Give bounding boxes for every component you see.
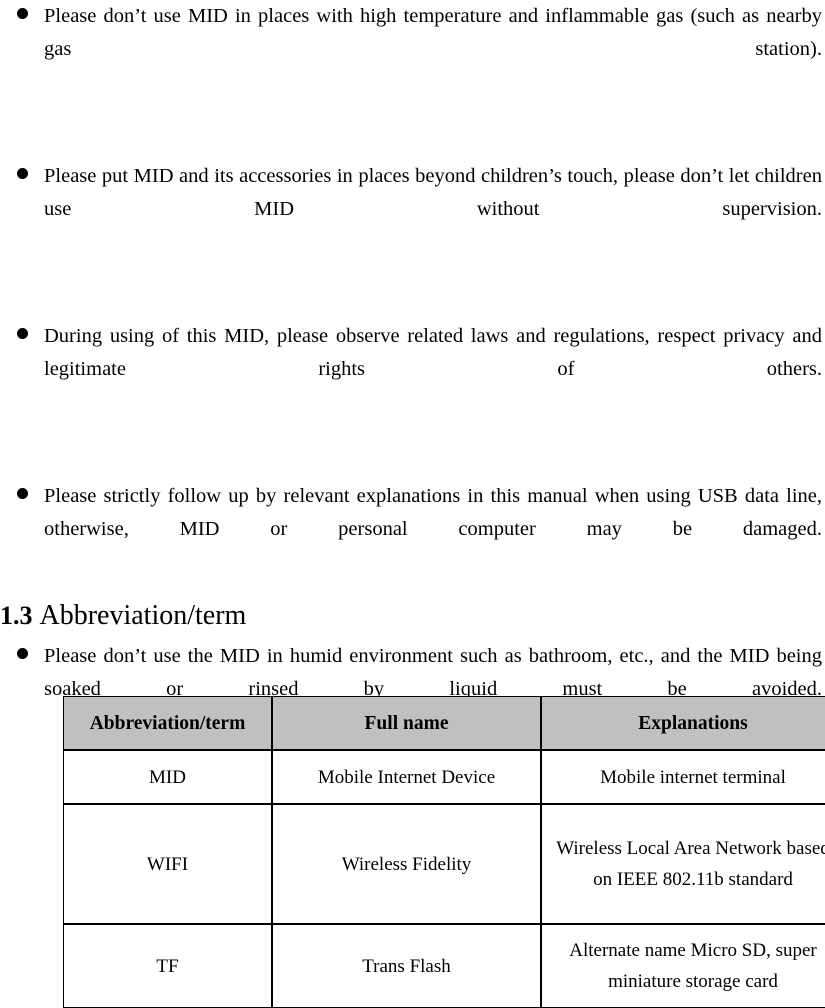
table-row: TF Trans Flash Alternate name Micro SD, … [63, 924, 825, 1008]
table-body: MID Mobile Internet Device Mobile intern… [63, 750, 825, 1008]
list-item-text: Please don’t use MID in places with high… [44, 5, 822, 60]
list-item: Please don’t use MID in places with high… [0, 0, 825, 99]
table-row: MID Mobile Internet Device Mobile intern… [63, 750, 825, 804]
cell-explanation: Mobile internet terminal [541, 750, 825, 804]
section-title: Abbreviation/term [39, 600, 247, 631]
cell-abbreviation: MID [63, 750, 272, 804]
list-item: Please put MID and its accessories in pl… [0, 160, 825, 259]
column-header-abbreviation: Abbreviation/term [63, 696, 272, 750]
section-number: 1.3 [0, 601, 33, 630]
column-header-explanations: Explanations [541, 696, 825, 750]
bullet-point-icon [17, 8, 28, 19]
table-row: WIFI Wireless Fidelity Wireless Local Ar… [63, 804, 825, 924]
table-header: Abbreviation/term Full name Explanations [63, 696, 825, 750]
abbreviation-table: Abbreviation/term Full name Explanations… [63, 696, 825, 1008]
cell-explanation: Wireless Local Area Network based on IEE… [541, 804, 825, 924]
bullet-point-icon [17, 648, 28, 659]
bullet-point-icon [17, 168, 28, 179]
list-item-text: Please strictly follow up by relevant ex… [44, 485, 822, 540]
list-item: Please strictly follow up by relevant ex… [0, 480, 825, 579]
cell-full-name: Mobile Internet Device [272, 750, 541, 804]
column-header-full-name: Full name [272, 696, 541, 750]
bullet-point-icon [17, 488, 28, 499]
cell-explanation: Alternate name Micro SD, super miniature… [541, 924, 825, 1008]
cell-full-name: Trans Flash [272, 924, 541, 1008]
cell-abbreviation: TF [63, 924, 272, 1008]
cell-full-name: Wireless Fidelity [272, 804, 541, 924]
document-page: Please don’t use MID in places with high… [0, 0, 825, 1008]
page-title: 1.3 Abbreviation/term [0, 598, 246, 634]
bullet-point-icon [17, 328, 28, 339]
table-header-row: Abbreviation/term Full name Explanations [63, 696, 825, 750]
list-item: During using of this MID, please observe… [0, 320, 825, 419]
list-item-text: During using of this MID, please observe… [44, 325, 822, 380]
cell-abbreviation: WIFI [63, 804, 272, 924]
list-item-text: Please put MID and its accessories in pl… [44, 165, 822, 220]
